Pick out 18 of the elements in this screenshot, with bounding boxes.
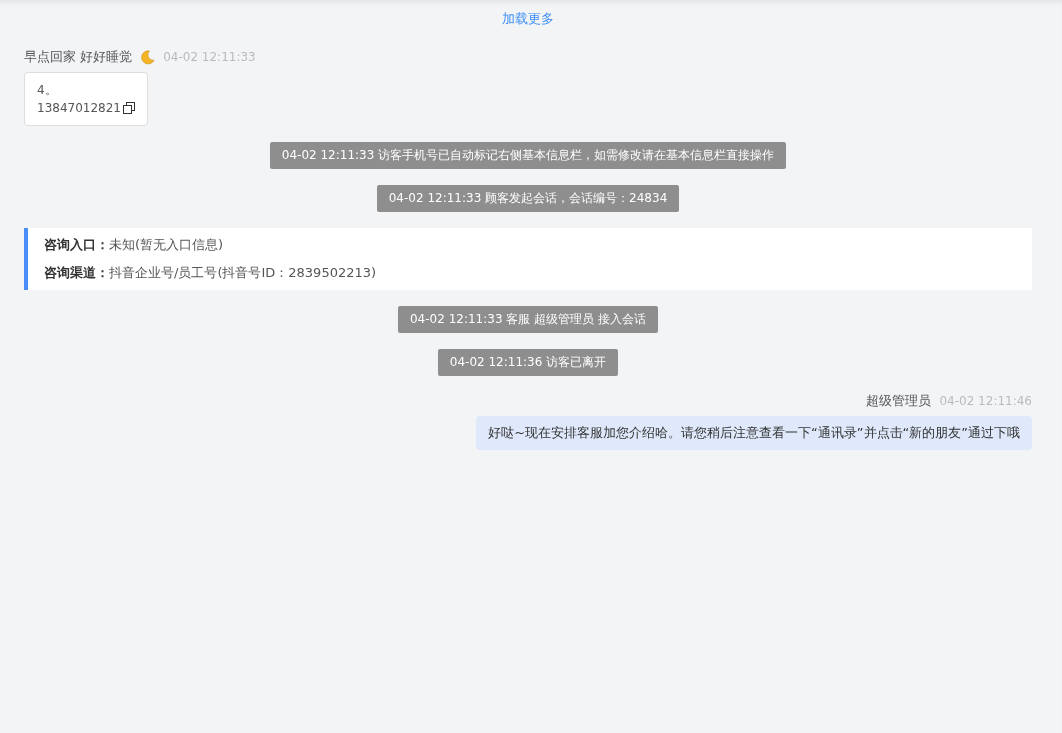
message-text: 13847012821 — [37, 100, 121, 117]
sender-name: 早点回家 好好睡觉 — [24, 48, 133, 66]
info-label: 咨询入口： — [44, 236, 109, 254]
moon-icon — [140, 49, 156, 65]
message-time: 04-02 12:11:33 — [163, 50, 256, 64]
info-label: 咨询渠道： — [44, 264, 109, 282]
system-notice: 04-02 12:11:33 客服 超级管理员 接入会话 — [398, 306, 658, 333]
sender-name: 超级管理员 — [866, 392, 932, 410]
system-notice: 04-02 12:11:36 访客已离开 — [437, 349, 619, 376]
info-value: 抖音企业号/员工号(抖音号ID：2839502213) — [109, 264, 377, 282]
system-notice: 04-02 12:11:33 顾客发起会话，会话编号：24834 — [376, 185, 680, 212]
load-more-link[interactable]: 加载更多 — [502, 10, 554, 28]
message-bubble: 好哒~现在安排客服加您介绍哈。请您稍后注意查看一下“通讯录”并点击“新的朋友”通过下哦 — [476, 416, 1032, 450]
info-value: 未知(暂无入口信息) — [109, 236, 224, 254]
message-text: 4。 — [37, 82, 57, 99]
message-time: 04-02 12:11:46 — [939, 394, 1032, 408]
system-notice: 04-02 12:11:33 访客手机号已自动标记右侧基本信息栏，如需修改请在基本信息栏直接操作 — [269, 142, 787, 169]
copy-icon[interactable] — [123, 102, 135, 114]
